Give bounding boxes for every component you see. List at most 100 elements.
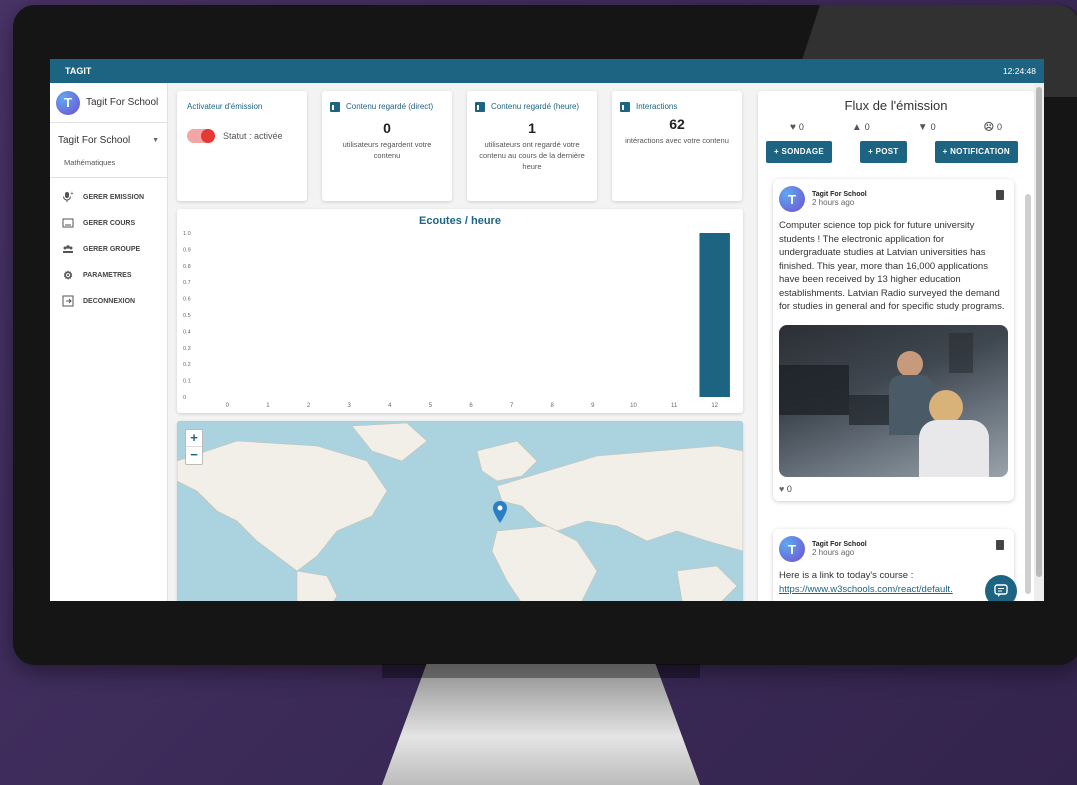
post-link[interactable]: https://www.w3schools.com/react/default.	[779, 583, 1008, 597]
sidebar-item-parametres[interactable]: ⚙ PARAMETRES	[50, 262, 167, 288]
x-tick-label: 3	[347, 403, 351, 409]
app-title: TAGIT	[65, 66, 92, 76]
sidebar-brand[interactable]: T Tagit For School	[50, 83, 167, 123]
y-tick-label: 0.2	[183, 362, 191, 368]
page-scrollbar-thumb[interactable]	[1036, 87, 1042, 577]
feed-post: T Tagit For School 2 hours ago Computer …	[773, 179, 1014, 501]
post-header: T Tagit For School 2 hours ago	[773, 529, 1014, 566]
y-tick-label: 0.1	[183, 379, 191, 385]
reaction-count: 0	[798, 122, 804, 132]
reaction-count: 0	[864, 122, 870, 132]
post-text: Computer science top pick for future uni…	[779, 220, 1005, 312]
card-title: Contenu regardé (direct)	[346, 102, 434, 111]
status-text: Statut : activée	[223, 131, 283, 141]
stats-icon	[330, 102, 342, 112]
thumbs-down-icon: ▼	[917, 122, 928, 133]
gear-icon: ⚙	[63, 269, 73, 282]
reaction-thumbs-down[interactable]: ▼ 0	[918, 122, 936, 133]
like-count: 0	[786, 483, 792, 494]
angry-face-icon: ☹	[983, 122, 995, 133]
map-tiles	[177, 422, 743, 601]
thumbs-up-icon: ▲	[851, 122, 862, 133]
post-button[interactable]: + POST	[860, 141, 907, 163]
stat-text: utilisateurs regardent votre contenu	[342, 140, 432, 160]
avatar: T	[779, 536, 805, 562]
y-tick-label: 0.4	[183, 329, 191, 335]
reaction-thumbs-up[interactable]: ▲ 0	[852, 122, 870, 133]
x-tick-label: 2	[307, 403, 311, 409]
feed-panel: Flux de l'émission ♥ 0 ▲ 0 ▼ 0 ☹ 0 + SONDAGE…	[758, 91, 1034, 601]
x-tick-label: 5	[429, 403, 433, 409]
school-select-value: Tagit For School	[58, 135, 131, 146]
zoom-in-button[interactable]: +	[186, 430, 202, 447]
page-scrollbar[interactable]	[1034, 83, 1044, 601]
feed-actions: + SONDAGE + POST + NOTIFICATION	[758, 133, 1034, 163]
reaction-heart[interactable]: ♥ 0	[790, 122, 804, 133]
trash-icon[interactable]	[996, 190, 1004, 200]
microphone-icon: +	[62, 191, 74, 203]
x-tick-label: 1	[266, 403, 270, 409]
school-select[interactable]: Tagit For School ▼	[50, 123, 167, 150]
card-title: Interactions	[636, 102, 678, 111]
reaction-count: 0	[997, 122, 1003, 132]
post-author: Tagit For School	[812, 541, 867, 548]
post-time: 2 hours ago	[812, 548, 855, 557]
sidebar-item-deconnexion[interactable]: DECONNEXION	[50, 288, 167, 314]
board-icon	[62, 217, 74, 229]
sidebar-item-gerer-emission[interactable]: + GERER EMISSION	[50, 184, 167, 210]
y-tick-label: 0.6	[183, 297, 191, 303]
card-interactions: Interactions 62 intéractions avec votre …	[612, 91, 742, 201]
heart-icon: ♥	[779, 483, 785, 494]
sondage-button[interactable]: + SONDAGE	[766, 141, 833, 163]
sidebar-item-label: DECONNEXION	[83, 297, 136, 305]
x-tick-label: 12	[711, 403, 718, 409]
bar-chart: 1.00.90.80.70.60.50.40.30.20.100 1 2 3 4 5 6 7 8…	[183, 231, 730, 409]
card-title: Contenu regardé (heure)	[491, 102, 580, 111]
map-marker-icon[interactable]	[493, 501, 507, 523]
monitor-stand	[382, 664, 700, 785]
trash-icon[interactable]	[996, 540, 1004, 550]
emission-toggle[interactable]	[187, 129, 215, 143]
x-tick-label: 8	[551, 403, 555, 409]
y-tick-label: 1.0	[183, 231, 191, 237]
x-tick-label: 4	[388, 403, 392, 409]
feed-scrollbar[interactable]	[1025, 194, 1031, 594]
subject-label[interactable]: Mathématiques	[50, 150, 167, 178]
card-title: Activateur d'émission	[187, 102, 263, 111]
chat-button[interactable]	[985, 575, 1017, 601]
reaction-count: 0	[930, 122, 936, 132]
chevron-down-icon: ▼	[152, 137, 159, 144]
zoom-out-button[interactable]: −	[186, 447, 202, 464]
chat-icon	[994, 584, 1008, 597]
sidebar-item-label: PARAMETRES	[83, 271, 132, 279]
card-hour: Contenu regardé (heure) 1 utilisateurs o…	[467, 91, 597, 201]
stat-text: utilisateurs ont regardé votre contenu a…	[479, 140, 585, 171]
post-text: Here is a link to today's course : https…	[773, 566, 1014, 599]
stand-shadow	[382, 664, 700, 678]
stat-value: 1	[528, 120, 536, 136]
feed-post: T Tagit For School 2 hours ago Here is a…	[773, 529, 1014, 601]
x-tick-label: 6	[469, 403, 473, 409]
sidebar: T Tagit For School Tagit For School ▼ Ma…	[50, 83, 168, 601]
y-tick-label: 0.9	[183, 247, 191, 253]
sidebar-item-label: GERER GROUPE	[83, 245, 141, 253]
sidebar-item-gerer-groupe[interactable]: GERER GROUPE	[50, 236, 167, 262]
heart-icon: ♥	[789, 122, 796, 133]
tagit-logo-icon: T	[56, 90, 80, 115]
post-like[interactable]: ♥ 0	[773, 477, 1014, 501]
zoom-controls: + −	[185, 429, 203, 465]
post-author: Tagit For School	[812, 191, 867, 198]
x-tick-label: 7	[510, 403, 514, 409]
y-tick-label: 0.8	[183, 264, 191, 270]
world-map[interactable]: + −	[177, 421, 743, 601]
y-tick-label: 0.5	[183, 313, 191, 319]
bar[interactable]	[699, 233, 730, 397]
y-tick-label: 0	[183, 395, 186, 401]
stat-text: intéractions avec votre contenu	[625, 136, 729, 145]
y-tick-label: 0.3	[183, 346, 191, 352]
stat-value: 62	[669, 116, 685, 132]
sidebar-item-gerer-cours[interactable]: GERER COURS	[50, 210, 167, 236]
notification-button[interactable]: + NOTIFICATION	[934, 141, 1018, 163]
logout-icon	[62, 295, 74, 307]
reaction-angry[interactable]: ☹ 0	[984, 122, 1002, 133]
